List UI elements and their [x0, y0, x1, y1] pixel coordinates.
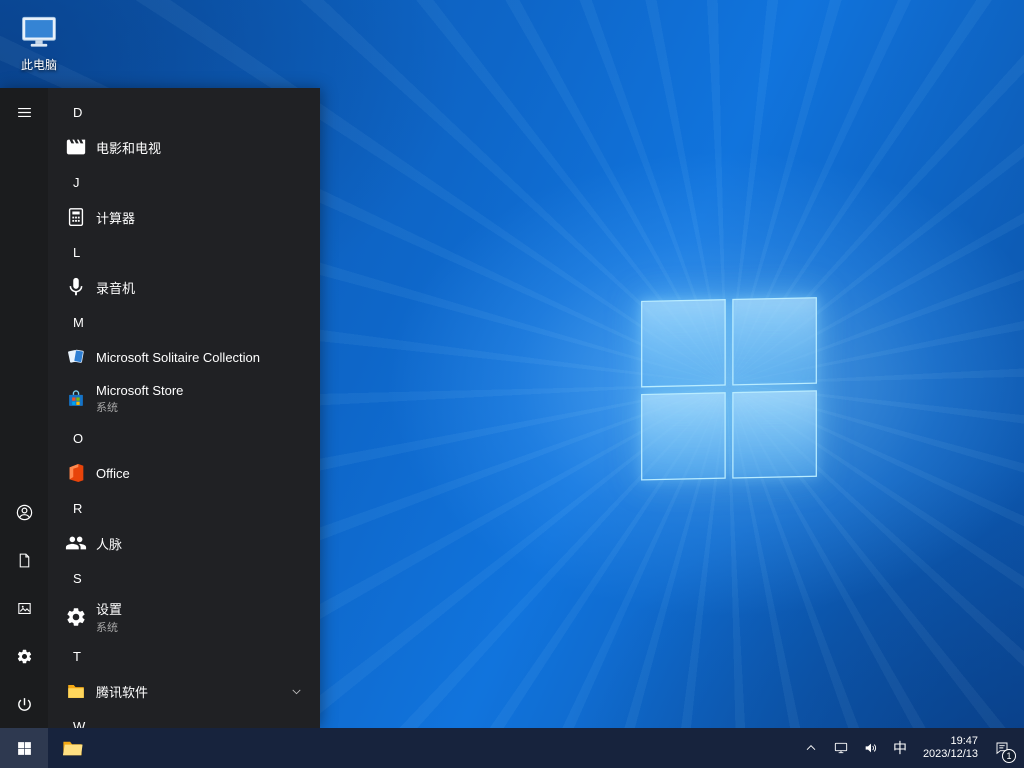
gear-icon	[16, 648, 33, 665]
desktop-icon-label: 此电脑	[20, 58, 57, 72]
start-rail-menu[interactable]	[0, 88, 48, 136]
app-item-people[interactable]: 人脉	[48, 524, 320, 562]
app-item-tencent-folder[interactable]: 腾讯软件	[48, 672, 320, 710]
start-rail-spacer	[0, 136, 48, 488]
start-section-R[interactable]: R	[48, 492, 320, 524]
app-item-label: 腾讯软件	[96, 684, 149, 700]
calculator-icon	[64, 205, 88, 229]
gear-icon	[64, 605, 88, 629]
app-item-settings[interactable]: 设置 系统	[48, 594, 320, 640]
picture-icon	[16, 600, 33, 617]
clock-date: 2023/12/13	[922, 748, 978, 760]
tray-network-button[interactable]	[826, 728, 856, 768]
start-button[interactable]	[0, 728, 48, 768]
chevron-down-icon[interactable]	[289, 684, 304, 699]
taskbar-spacer	[96, 728, 796, 768]
notification-badge: 1	[1002, 749, 1016, 763]
document-icon	[16, 552, 33, 569]
people-icon	[64, 531, 88, 555]
start-rail-power[interactable]	[0, 680, 48, 728]
app-item-solitaire[interactable]: Microsoft Solitaire Collection	[48, 338, 320, 376]
app-item-label: Office	[96, 465, 130, 481]
action-center-button[interactable]: 1	[987, 728, 1020, 768]
start-section-O[interactable]: O	[48, 422, 320, 454]
taskbar: 中 19:47 2023/12/13 1	[0, 728, 1024, 768]
windows-flag-icon	[16, 740, 33, 757]
app-item-label: 设置	[96, 602, 123, 617]
start-rail-settings[interactable]	[0, 632, 48, 680]
voice-recorder-icon	[64, 275, 88, 299]
store-icon	[64, 387, 88, 411]
app-item-calculator[interactable]: 计算器	[48, 198, 320, 236]
start-rail-user[interactable]	[0, 488, 48, 536]
taskbar-clock[interactable]: 19:47 2023/12/13	[914, 728, 987, 768]
hamburger-icon	[16, 104, 33, 121]
app-item-label: 计算器	[96, 210, 136, 226]
app-item-sublabel: 系统	[96, 402, 118, 414]
folder-icon	[64, 679, 88, 703]
speaker-icon	[863, 740, 879, 756]
taskbar-file-explorer-button[interactable]	[48, 728, 96, 768]
app-item-label: Microsoft Store	[96, 383, 184, 398]
movies-tv-icon	[64, 135, 88, 159]
start-rail-documents[interactable]	[0, 536, 48, 584]
app-item-label: 人脉	[96, 536, 123, 552]
start-section-J[interactable]: J	[48, 166, 320, 198]
tray-volume-button[interactable]	[856, 728, 886, 768]
start-section-W[interactable]: W	[48, 710, 320, 729]
clock-time: 19:47	[950, 735, 978, 747]
start-section-S[interactable]: S	[48, 562, 320, 594]
app-item-label: 电影和电视	[96, 140, 162, 156]
desktop-icon-this-pc[interactable]: 此电脑	[8, 10, 70, 73]
start-menu: D 电影和电视 J 计算器 L 录音机 M Microsoft Solitaire Colle…	[0, 88, 320, 728]
start-rail-top	[0, 88, 48, 136]
app-item-store[interactable]: Microsoft Store 系统	[48, 376, 320, 422]
this-pc-icon	[17, 10, 61, 54]
app-item-label: Microsoft Solitaire Collection	[96, 349, 261, 365]
file-explorer-icon	[61, 737, 84, 760]
start-rail-pictures[interactable]	[0, 584, 48, 632]
app-item-movies-tv[interactable]: 电影和电视	[48, 128, 320, 166]
app-item-office[interactable]: Office	[48, 454, 320, 492]
start-app-list: D 电影和电视 J 计算器 L 录音机 M Microsoft Solitaire Colle…	[48, 88, 320, 728]
tray-show-hidden-icons-button[interactable]	[796, 728, 826, 768]
start-section-T[interactable]: T	[48, 640, 320, 672]
user-icon	[15, 503, 34, 522]
app-item-voice-recorder[interactable]: 录音机	[48, 268, 320, 306]
app-item-label: 录音机	[96, 280, 136, 296]
network-icon	[833, 740, 849, 756]
start-rail-bottom	[0, 488, 48, 728]
tray-ime-indicator[interactable]: 中	[886, 728, 914, 768]
windows-logo	[641, 297, 817, 481]
app-item-sublabel: 系统	[96, 622, 118, 634]
start-section-D[interactable]: D	[48, 96, 320, 128]
start-section-L[interactable]: L	[48, 236, 320, 268]
power-icon	[16, 696, 33, 713]
screen: 此电脑 D 电影和电视 J 计算器 L 录音机 M Microsoft Solitaire C…	[0, 0, 1024, 768]
system-tray: 中 19:47 2023/12/13 1	[796, 728, 1024, 768]
start-section-M[interactable]: M	[48, 306, 320, 338]
solitaire-icon	[64, 345, 88, 369]
chevron-up-icon	[803, 740, 819, 756]
start-rail	[0, 88, 48, 728]
office-icon	[64, 461, 88, 485]
